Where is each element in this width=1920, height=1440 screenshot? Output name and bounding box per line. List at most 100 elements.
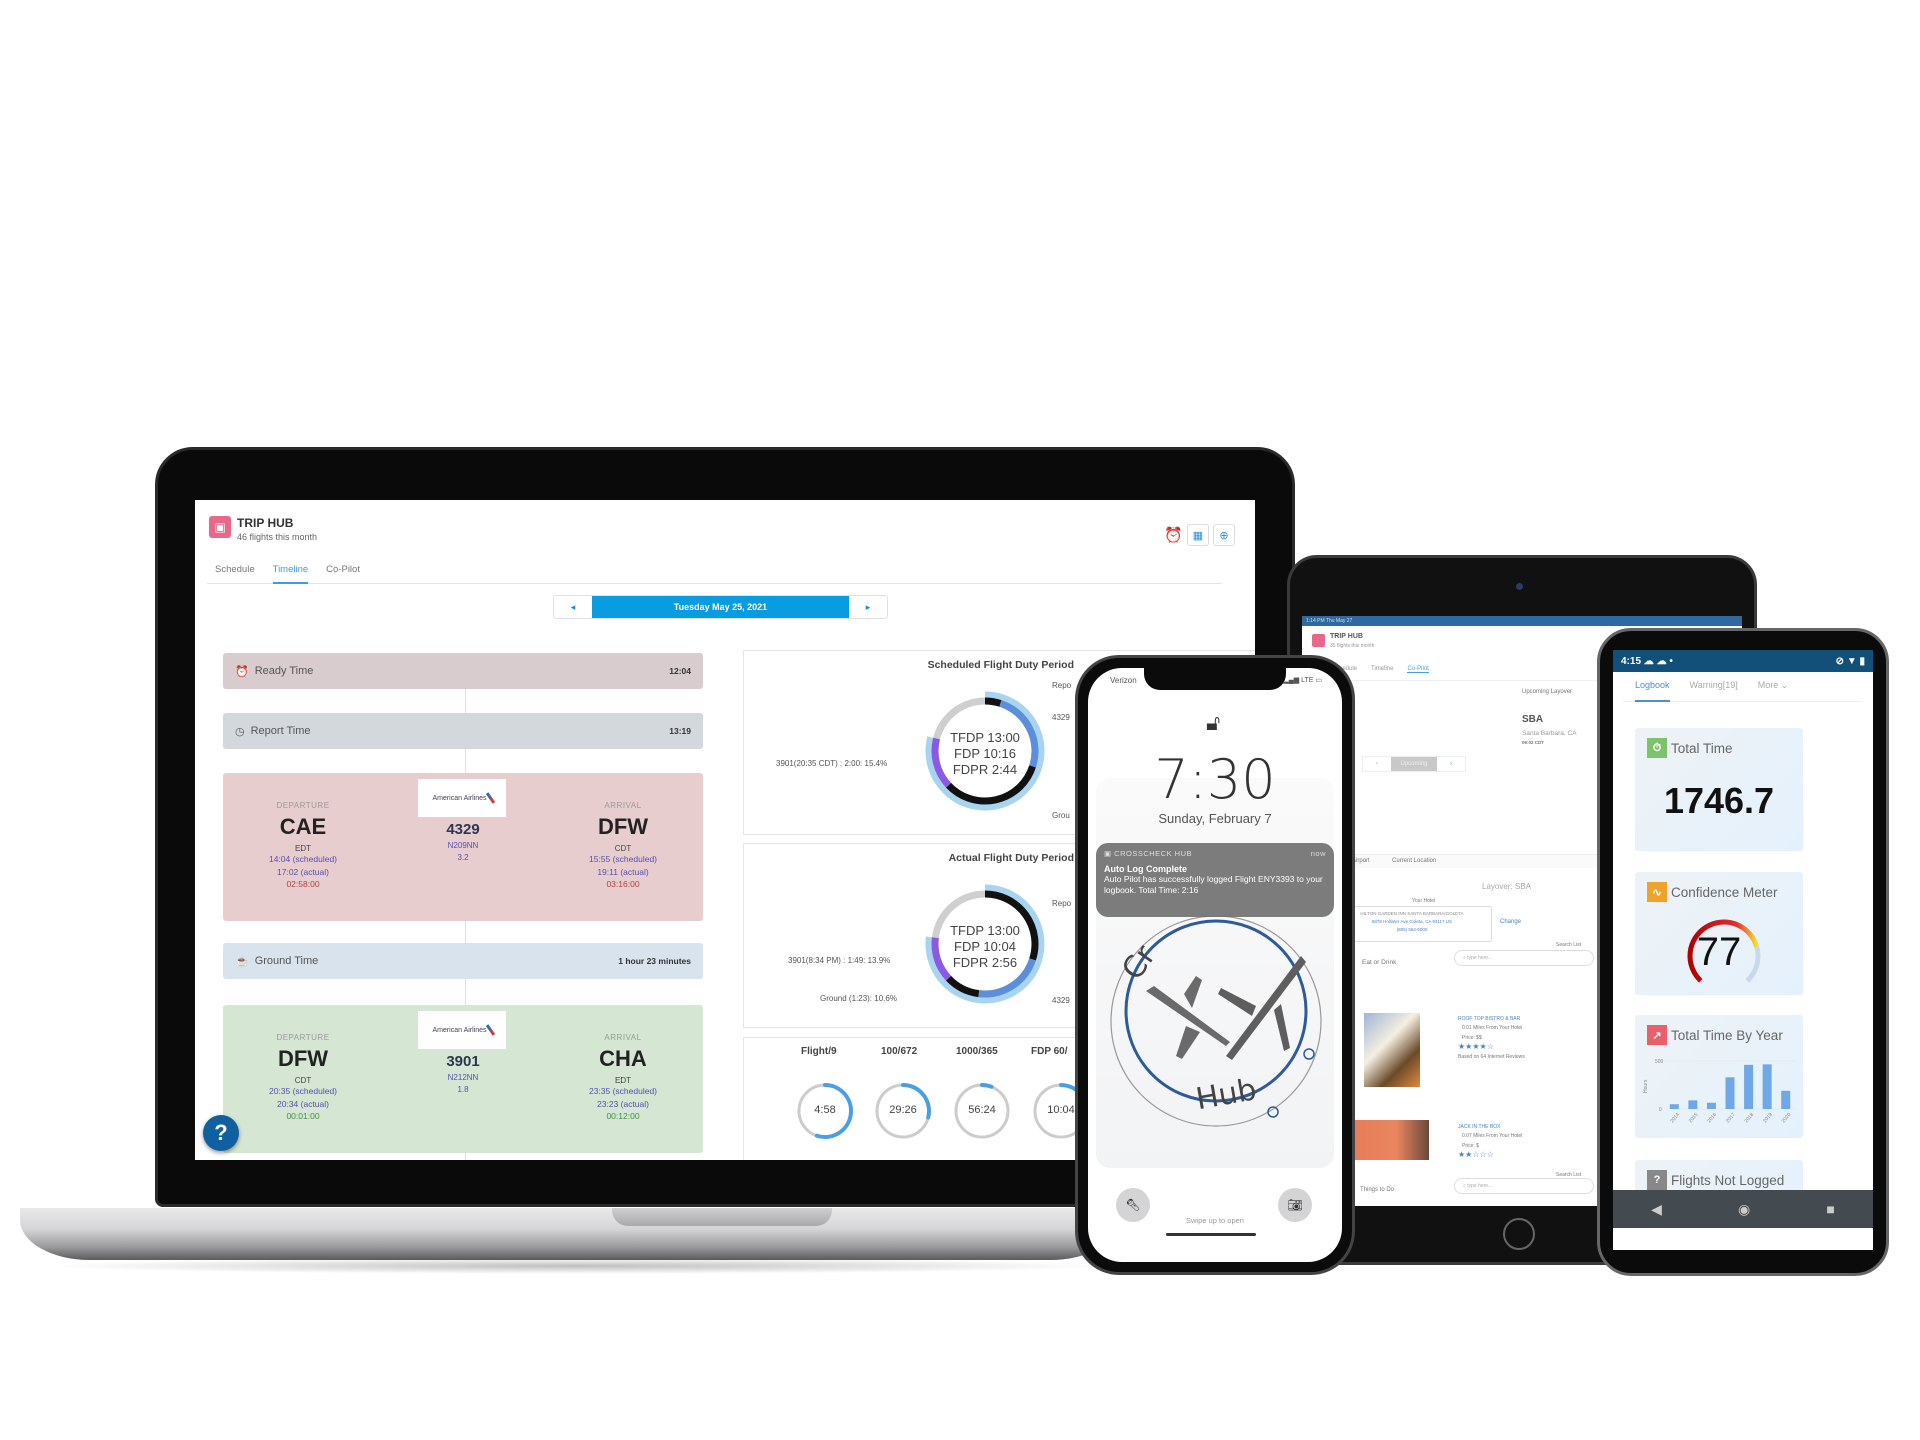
x-tick-label: 2014 bbox=[1669, 1112, 1681, 1125]
panel-title: Scheduled Flight Duty Period bbox=[927, 659, 1074, 671]
donut-segment-report bbox=[984, 697, 1002, 707]
upcoming-button[interactable]: Upcoming bbox=[1391, 757, 1437, 771]
fdp-value: FDP 10:04 bbox=[954, 939, 1016, 954]
tablet-app-subtitle: 35 flights this month bbox=[1330, 643, 1375, 649]
ready-time-label: Ready Time bbox=[254, 665, 314, 677]
tab-schedule[interactable]: Schedule bbox=[215, 560, 255, 584]
subtab-current-location[interactable]: Current Location bbox=[1392, 858, 1436, 864]
total-time-value: 1746.7 bbox=[1663, 780, 1775, 821]
tablet-status-bar: 1:14 PM Thu May 27 bbox=[1302, 616, 1742, 626]
limit-value: 4:58 bbox=[814, 1104, 836, 1116]
legend-3901: 3901(20:35 CDT) : 2:00: 15.4% bbox=[776, 759, 888, 768]
recent-apps-icon[interactable]: ■ bbox=[1826, 1201, 1834, 1217]
notification[interactable]: ▣ CROSSCHECK HUB now Auto Log Complete Au… bbox=[1096, 843, 1334, 917]
fdpr-value: FDPR 2:44 bbox=[952, 762, 1018, 777]
confidence-meter-card[interactable]: ∿ Confidence Meter 77 bbox=[1635, 872, 1803, 995]
home-icon[interactable]: ◉ bbox=[1738, 1201, 1750, 1218]
tab-co-pilot[interactable]: Co-Pilot bbox=[326, 560, 360, 584]
total-time-by-year-card[interactable]: ↗ Total Time By Year Hours 500 0 2014 2015 201… bbox=[1635, 1015, 1803, 1138]
tablet-tab-co-pilot[interactable]: Co-Pilot bbox=[1407, 666, 1429, 673]
stopwatch-icon: ⏱ bbox=[1647, 738, 1667, 758]
things-search-input[interactable]: ⌕ type here... bbox=[1454, 1178, 1594, 1194]
back-icon[interactable]: ◀ bbox=[1651, 1201, 1662, 1218]
arrival-label: ARRIVAL bbox=[604, 1033, 642, 1042]
crosscheck-hub-logo: Hub Cr bbox=[1110, 916, 1322, 1127]
tab-more[interactable]: More ⌄ bbox=[1758, 680, 1789, 701]
airline-logo: American Airlines bbox=[418, 1011, 506, 1049]
flight-number: 4329 bbox=[446, 821, 480, 838]
camera-icon: 📷︎ bbox=[1287, 1198, 1303, 1212]
prev-date-button[interactable]: ◂ bbox=[554, 596, 592, 618]
android-status-bar: 4:15 ☁ ☁ • ⊘ ▼ ▮ bbox=[1613, 650, 1873, 672]
donut-center-text: TFDP 13:00 FDP 10:16 FDPR 2:44 bbox=[920, 730, 1050, 778]
tab-timeline[interactable]: Timeline bbox=[272, 560, 309, 584]
tab-logbook[interactable]: Logbook bbox=[1635, 680, 1670, 702]
tfdp-value: TFDP 13:00 bbox=[950, 730, 1020, 745]
limit-value: 29:26 bbox=[889, 1104, 917, 1116]
restaurant-distance: 0.07 Miles From Your Hotel bbox=[1462, 1133, 1523, 1139]
legend-report: Repo bbox=[1052, 681, 1072, 690]
prev-button[interactable]: ‹ bbox=[1363, 757, 1391, 771]
flight-info: American Airlines 3901 N212NN 1.8 bbox=[418, 1011, 508, 1094]
panel-title: Actual Flight Duty Period bbox=[948, 852, 1074, 864]
arrival-actual: 23:23 (actual) bbox=[597, 1099, 649, 1109]
restaurant-price: Price: $$ bbox=[1462, 1035, 1482, 1041]
tail-number: N212NN bbox=[447, 1073, 479, 1082]
report-time-value: 13:19 bbox=[669, 726, 691, 736]
tablet-tab-timeline[interactable]: Timeline bbox=[1371, 666, 1393, 673]
bar-2015 bbox=[1688, 1100, 1698, 1109]
question-icon: ? bbox=[1647, 1170, 1667, 1190]
restaurant-distance: 0.01 Miles From Your Hotel bbox=[1462, 1025, 1523, 1031]
limit-label: FDP 60/ bbox=[1031, 1046, 1068, 1057]
change-hotel-link[interactable]: Change bbox=[1500, 919, 1521, 925]
arrival-tz: EDT bbox=[615, 1076, 631, 1085]
tab-warning[interactable]: Warning[19] bbox=[1690, 680, 1738, 701]
calendar-icon: ▦ bbox=[1192, 529, 1204, 542]
current-date[interactable]: Tuesday May 25, 2021 bbox=[592, 596, 849, 618]
next-button[interactable]: › bbox=[1437, 757, 1465, 771]
restaurant-name[interactable]: JACK IN THE BOX bbox=[1458, 1124, 1500, 1130]
legend-ground: Ground (1:23): 10.6% bbox=[820, 994, 897, 1003]
departure-actual: 20:34 (actual) bbox=[277, 1099, 329, 1109]
arrival-scheduled: 23:35 (scheduled) bbox=[588, 1086, 658, 1096]
upcoming-layover-label: Upcoming Layover bbox=[1522, 689, 1573, 695]
report-time-row: ◷ Report Time 13:19 bbox=[223, 713, 703, 749]
alarm-clock-icon[interactable]: ⏰ bbox=[1164, 526, 1183, 544]
calendar-button[interactable]: ▦ bbox=[1187, 524, 1209, 546]
ring-progress bbox=[980, 1083, 994, 1089]
help-button[interactable]: ? bbox=[203, 1115, 239, 1151]
notification-time: now bbox=[1310, 849, 1326, 858]
restaurant-name[interactable]: ROOF TOP BISTRO & BAR bbox=[1458, 1016, 1520, 1022]
arrival-delay: 03:16:00 bbox=[606, 879, 640, 889]
hotel-card[interactable]: HILTON GARDEN INN SANTA BARBARA/GOLETA 6… bbox=[1332, 906, 1492, 942]
layover-title: Layover: SBA bbox=[1482, 882, 1531, 891]
next-date-button[interactable]: ▸ bbox=[849, 596, 887, 618]
app-title: TRIP HUB bbox=[237, 516, 294, 530]
flight-card[interactable]: DEPARTURE CAE EDT 14:04 (scheduled) 17:0… bbox=[223, 773, 703, 921]
notification-icon: ☁ ☁ • bbox=[1643, 655, 1673, 667]
tablet-home-button[interactable] bbox=[1503, 1218, 1535, 1250]
x-tick-label: 2020 bbox=[1781, 1112, 1793, 1125]
restaurant-image[interactable] bbox=[1347, 1120, 1429, 1160]
card-title: Total Time bbox=[1671, 740, 1733, 756]
lock-date: Sunday, February 7 bbox=[1158, 811, 1272, 826]
bar-2017 bbox=[1725, 1077, 1735, 1109]
arrival-scheduled: 15:55 (scheduled) bbox=[588, 854, 658, 864]
arrival-code: CHA bbox=[599, 1046, 647, 1071]
add-button[interactable]: ⊕ bbox=[1213, 524, 1235, 546]
layover-city: Santa Barbara, CA bbox=[1522, 730, 1577, 737]
total-time-card[interactable]: ⏱ Total Time 1746.7 bbox=[1635, 728, 1803, 851]
search-placeholder: type here... bbox=[1467, 955, 1493, 961]
restaurant-image[interactable] bbox=[1364, 1013, 1420, 1087]
arrival-column: ARRIVAL DFW CDT 15:55 (scheduled) 19:11 … bbox=[543, 801, 703, 889]
home-indicator[interactable] bbox=[1166, 1233, 1256, 1236]
carrier-name: Verizon bbox=[1110, 676, 1137, 685]
eat-search-input[interactable]: ⌕ type here... bbox=[1454, 950, 1594, 966]
hotel-address[interactable]: 6878 Hollister Ave Goleta, CA 93117 US bbox=[1333, 919, 1491, 924]
plus-circle-icon: ⊕ bbox=[1219, 529, 1229, 542]
hotel-phone[interactable]: (805) 562-5000 bbox=[1333, 927, 1491, 932]
airline-name: American Airlines bbox=[432, 794, 487, 802]
toolbar: ⏰ ▦ ⊕ bbox=[1164, 524, 1235, 546]
flight-card[interactable]: DEPARTURE DFW CDT 20:35 (scheduled) 20:3… bbox=[223, 1005, 703, 1153]
legend-report: Repo bbox=[1052, 899, 1072, 908]
